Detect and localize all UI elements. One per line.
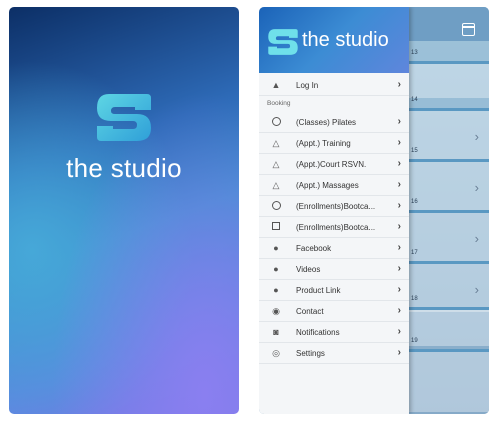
calendar-row[interactable]: 18 <box>409 296 489 346</box>
calendar-background: 13 14 › 15 › 16 › 17 › 18 19 <box>409 7 489 414</box>
menu-item-notifications[interactable]: ◙ Notifications › <box>259 322 409 343</box>
section-label-booking: Booking <box>267 100 291 107</box>
chevron-right-icon: › <box>397 158 401 169</box>
chevron-right-icon: › <box>397 116 401 127</box>
chevron-right-icon: › <box>474 231 479 246</box>
circle-icon <box>271 117 281 127</box>
drawer-title: the studio <box>302 29 389 51</box>
menu-item-label: (Enrollments)Bootca... <box>296 202 376 211</box>
chevron-right-icon: › <box>397 200 401 211</box>
side-menu-drawer: the studio ▲ Log In › Booking (Classes) … <box>259 7 409 414</box>
triangle-icon: △ <box>272 138 280 148</box>
calendar-row[interactable]: 15 › <box>409 148 489 210</box>
chevron-right-icon: › <box>397 221 401 232</box>
globe-icon: ● <box>273 264 279 274</box>
menu-item-label: Videos <box>296 265 321 274</box>
menu-item-appt-massages[interactable]: △ (Appt.) Massages › <box>259 175 409 196</box>
menu-item-label: Notifications <box>296 328 340 337</box>
calendar-row[interactable]: 13 <box>409 50 489 98</box>
menu-item-label: Settings <box>296 349 325 358</box>
menu-item-label: (Appt.) Training <box>296 139 351 148</box>
studio-logo-icon <box>97 94 151 141</box>
circle-icon <box>271 201 281 211</box>
studio-logo-icon <box>268 29 298 55</box>
calendar-day-number: 14 <box>411 97 418 103</box>
menu-item-contact[interactable]: ◉ Contact › <box>259 301 409 322</box>
splash-screen: the studio <box>9 7 239 414</box>
menu-item-log-in[interactable]: ▲ Log In › <box>259 75 409 96</box>
calendar-day-number: 17 <box>411 250 418 256</box>
chevron-right-icon: › <box>474 129 479 144</box>
calendar-header <box>409 7 489 41</box>
chevron-right-icon: › <box>397 347 401 358</box>
chevron-right-icon: › <box>397 305 401 316</box>
square-icon <box>271 222 281 232</box>
menu-item-label: Facebook <box>296 244 332 253</box>
gear-icon: ◎ <box>272 348 280 358</box>
calendar-icon[interactable] <box>462 23 475 36</box>
chevron-right-icon: › <box>474 180 479 195</box>
globe-icon: ● <box>273 285 279 295</box>
chevron-right-icon: › <box>397 242 401 253</box>
menu-item-label: Contact <box>296 307 324 316</box>
menu-item-label: Log In <box>296 81 319 90</box>
app-title: the studio <box>66 153 182 183</box>
menu-item-label: (Enrollments)Bootca... <box>296 223 376 232</box>
calendar-day-number: 18 <box>411 296 418 302</box>
menu-item-classes-pilates[interactable]: (Classes) Pilates › <box>259 112 409 133</box>
calendar-row[interactable]: 19 <box>409 338 489 412</box>
chevron-right-icon: › <box>474 282 479 297</box>
menu-screen: 13 14 › 15 › 16 › 17 › 18 19 the studio … <box>259 7 489 414</box>
location-pin-icon: ◉ <box>272 306 280 316</box>
chevron-right-icon: › <box>397 179 401 190</box>
calendar-day-number: 13 <box>411 50 418 56</box>
menu-item-label: (Appt.) Massages <box>296 181 359 190</box>
chevron-right-icon: › <box>397 263 401 274</box>
calendar-day-number: 19 <box>411 338 418 344</box>
triangle-icon: △ <box>272 159 280 169</box>
calendar-row[interactable]: 16 › <box>409 199 489 261</box>
calendar-day-number: 16 <box>411 199 418 205</box>
menu-item-videos[interactable]: ● Videos › <box>259 259 409 280</box>
calendar-row[interactable]: 14 › <box>409 97 489 159</box>
chevron-right-icon: › <box>397 326 401 337</box>
menu-item-enrollments-bootcamp-1[interactable]: (Enrollments)Bootca... › <box>259 196 409 217</box>
calendar-row[interactable]: 17 › <box>409 250 489 312</box>
menu-item-facebook[interactable]: ● Facebook › <box>259 238 409 259</box>
menu-item-label: (Appt.)Court RSVN. <box>296 160 367 169</box>
calendar-day-number: 15 <box>411 148 418 154</box>
menu-item-appt-training[interactable]: △ (Appt.) Training › <box>259 133 409 154</box>
menu-item-label: Product Link <box>296 286 341 295</box>
chevron-right-icon: › <box>397 284 401 295</box>
menu-item-product-link[interactable]: ● Product Link › <box>259 280 409 301</box>
menu-item-settings[interactable]: ◎ Settings › <box>259 343 409 364</box>
warning-icon: ▲ <box>271 80 281 90</box>
drawer-header: the studio <box>259 7 409 73</box>
chat-icon: ◙ <box>273 327 279 337</box>
menu-item-label: (Classes) Pilates <box>296 118 357 127</box>
triangle-icon: △ <box>272 180 280 190</box>
menu-item-appt-court-rsvn[interactable]: △ (Appt.)Court RSVN. › <box>259 154 409 175</box>
chevron-right-icon: › <box>397 79 401 90</box>
menu-item-enrollments-bootcamp-2[interactable]: (Enrollments)Bootca... › <box>259 217 409 238</box>
chevron-right-icon: › <box>397 137 401 148</box>
globe-icon: ● <box>273 243 279 253</box>
